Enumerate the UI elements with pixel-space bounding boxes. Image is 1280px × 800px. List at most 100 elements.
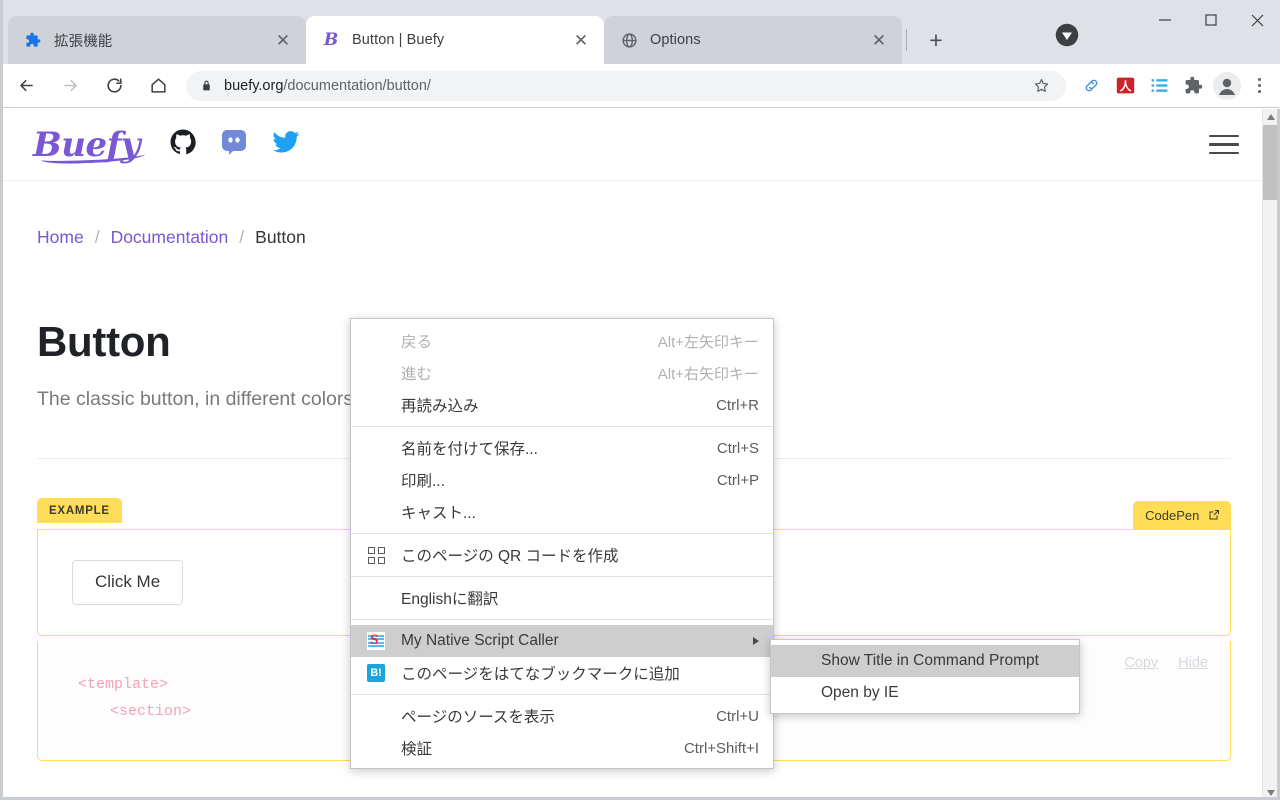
menu-item-label: 検証 (401, 737, 660, 759)
breadcrumb-item-home[interactable]: Home (37, 227, 84, 248)
menu-item-label: 進む (401, 362, 634, 384)
hatena-bookmark-icon: B! (367, 664, 385, 682)
adobe-acrobat-icon[interactable]: 人 (1108, 69, 1142, 103)
menu-item-label: 再読み込み (401, 394, 692, 416)
tab-codepen[interactable]: CodePen (1133, 501, 1231, 529)
reload-button[interactable] (96, 68, 132, 104)
svg-text:人: 人 (1119, 79, 1131, 93)
menu-item-icon: S (351, 632, 401, 650)
home-button[interactable] (140, 68, 176, 104)
menu-item-label: 戻る (401, 330, 634, 352)
social-links (170, 128, 300, 161)
tab-example[interactable]: EXAMPLE (37, 498, 122, 523)
menu-separator (351, 576, 773, 577)
kebab-menu-icon[interactable] (1244, 69, 1274, 103)
menu-separator (351, 533, 773, 534)
tab-close-button[interactable]: ✕ (568, 27, 594, 53)
tab-strip: 拡張機能 ✕ B Button | Buefy ✕ Options ✕ (0, 0, 1280, 64)
menu-item-shortcut: Alt+右矢印キー (634, 363, 759, 384)
context-menu-item[interactable]: このページの QR コードを作成 (351, 539, 773, 571)
url-path: /documentation/button/ (283, 78, 431, 94)
hide-code-link[interactable]: Hide (1178, 655, 1208, 671)
breadcrumb-separator: / (239, 227, 244, 248)
hamburger-menu-icon[interactable] (1209, 135, 1239, 155)
new-tab-button[interactable]: + (919, 23, 953, 57)
breadcrumb: Home / Documentation / Button (35, 181, 1233, 248)
lock-icon (200, 79, 213, 92)
browser-tab-extensions[interactable]: 拡張機能 ✕ (8, 16, 306, 64)
window-maximize-button[interactable] (1188, 0, 1234, 40)
menu-separator (351, 426, 773, 427)
context-menu-item[interactable]: 再読み込みCtrl+R (351, 389, 773, 421)
qr-code-icon (368, 547, 385, 564)
address-bar[interactable]: buefy.org/documentation/button/ (186, 71, 1066, 101)
window-close-button[interactable] (1234, 0, 1280, 40)
context-menu-item[interactable]: SMy Native Script Caller (351, 625, 773, 657)
scrollbar-thumb[interactable] (1263, 125, 1278, 200)
tab-list: 拡張機能 ✕ B Button | Buefy ✕ Options ✕ (8, 8, 953, 64)
star-icon[interactable] (1030, 77, 1052, 94)
list-icon[interactable] (1142, 69, 1176, 103)
menu-item-icon: B! (351, 664, 401, 682)
menu-item-shortcut: Ctrl+U (692, 708, 759, 725)
discord-icon[interactable] (220, 128, 248, 161)
context-menu-item[interactable]: 名前を付けて保存...Ctrl+S (351, 432, 773, 464)
breadcrumb-separator: / (95, 227, 100, 248)
scroll-up-arrow-icon[interactable] (1263, 109, 1278, 124)
github-icon[interactable] (170, 129, 196, 160)
context-menu-item[interactable]: ページのソースを表示Ctrl+U (351, 700, 773, 732)
sync-profile-badge-icon[interactable] (1052, 20, 1082, 50)
submenu-item[interactable]: Open by IE (771, 677, 1079, 709)
tab-title: Options (650, 32, 866, 48)
context-menu-item[interactable]: 印刷...Ctrl+P (351, 464, 773, 496)
breadcrumb-item-documentation[interactable]: Documentation (111, 227, 229, 248)
browser-tab-button-buefy[interactable]: B Button | Buefy ✕ (306, 16, 604, 64)
extension-icons: 人 (1074, 69, 1280, 103)
submenu-item[interactable]: Show Title in Command Prompt (771, 645, 1079, 677)
tab-close-button[interactable]: ✕ (270, 27, 296, 53)
copy-code-link[interactable]: Copy (1124, 655, 1158, 671)
menu-item-shortcut: Ctrl+S (693, 440, 759, 457)
menu-item-shortcut: Alt+左矢印キー (634, 331, 759, 352)
puzzle-icon (24, 31, 42, 49)
page-scrollbar[interactable] (1262, 109, 1277, 800)
menu-separator (351, 694, 773, 695)
profile-avatar-icon[interactable] (1210, 69, 1244, 103)
forward-button[interactable] (52, 68, 88, 104)
context-menu-item: 戻るAlt+左矢印キー (351, 325, 773, 357)
browser-tab-options[interactable]: Options ✕ (604, 16, 902, 64)
menu-item-label: キャスト... (401, 501, 735, 523)
puzzle-extensions-icon[interactable] (1176, 69, 1210, 103)
menu-separator (351, 619, 773, 620)
menu-item-label: このページの QR コードを作成 (401, 544, 735, 566)
menu-item-shortcut: Ctrl+P (693, 472, 759, 489)
twitter-icon[interactable] (272, 128, 300, 161)
context-menu: 戻るAlt+左矢印キー進むAlt+右矢印キー再読み込みCtrl+R名前を付けて保… (350, 318, 774, 769)
script-caller-icon: S (367, 632, 385, 650)
menu-item-label: Englishに翻訳 (401, 587, 735, 609)
context-menu-item[interactable]: B!このページをはてなブックマークに追加 (351, 657, 773, 689)
buefy-b-icon: B (322, 31, 340, 49)
window-left-border (0, 0, 3, 800)
link-chain-icon[interactable] (1074, 69, 1108, 103)
menu-item-shortcut: Ctrl+Shift+I (660, 740, 759, 757)
buefy-logo[interactable]: Buefy (33, 125, 140, 165)
tab-title: Button | Buefy (352, 32, 568, 48)
breadcrumb-item-current: Button (255, 227, 306, 248)
tab-close-button[interactable]: ✕ (866, 27, 892, 53)
browser-toolbar: buefy.org/documentation/button/ 人 (0, 64, 1280, 108)
click-me-button[interactable]: Click Me (72, 560, 183, 604)
window-minimize-button[interactable] (1142, 0, 1188, 40)
context-menu-item[interactable]: キャスト... (351, 496, 773, 528)
menu-item-shortcut: Ctrl+R (692, 397, 759, 414)
globe-icon (620, 31, 638, 49)
tab-divider (906, 29, 907, 51)
context-menu-item[interactable]: 検証Ctrl+Shift+I (351, 732, 773, 764)
code-actions: Copy Hide (1124, 655, 1208, 671)
tab-title: 拡張機能 (54, 30, 270, 51)
back-button[interactable] (8, 68, 44, 104)
context-menu-item[interactable]: Englishに翻訳 (351, 582, 773, 614)
site-navbar: Buefy (3, 109, 1265, 181)
external-link-icon (1208, 509, 1220, 521)
context-submenu: Show Title in Command PromptOpen by IE (770, 639, 1080, 714)
